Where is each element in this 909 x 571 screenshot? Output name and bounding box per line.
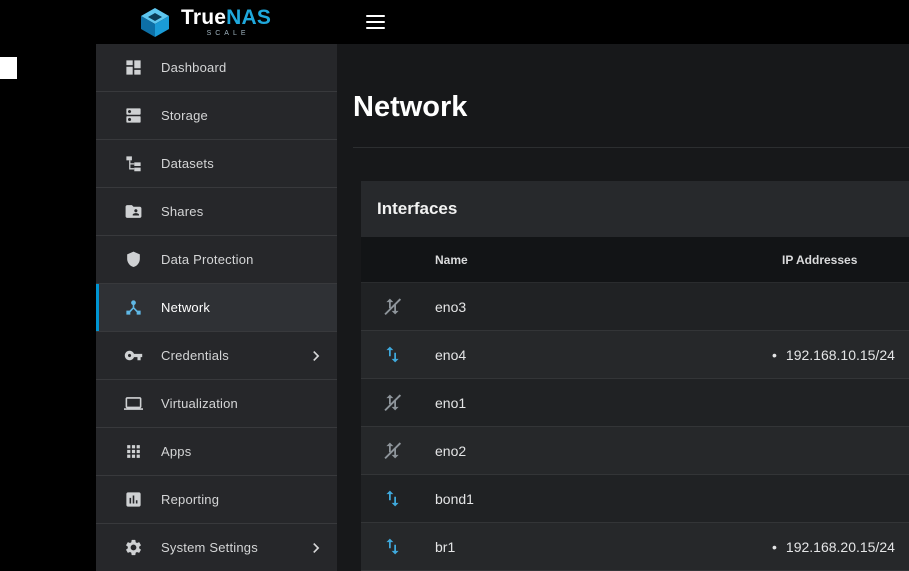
interfaces-card: Interfaces Name IP Addresses eno3 • bbox=[361, 181, 909, 571]
sidebar-item-label: Datasets bbox=[161, 156, 214, 171]
column-header-name: Name bbox=[423, 253, 754, 267]
link-up-icon bbox=[382, 488, 403, 509]
table-row[interactable]: eno3 • bbox=[361, 283, 909, 331]
apps-grid-icon bbox=[124, 442, 143, 461]
sidebar-item-label: System Settings bbox=[161, 540, 258, 555]
chevron-right-icon bbox=[306, 346, 326, 366]
bullet: • bbox=[772, 539, 777, 555]
hamburger-icon bbox=[366, 15, 385, 17]
truenas-logo[interactable]: TrueNAS SCALE bbox=[138, 0, 271, 44]
brand-subtitle: SCALE bbox=[181, 30, 271, 37]
table-header: Name IP Addresses bbox=[361, 237, 909, 283]
interfaces-card-title: Interfaces bbox=[361, 181, 909, 237]
sidebar-item-shares[interactable]: Shares bbox=[96, 188, 337, 236]
storage-icon bbox=[124, 106, 143, 125]
shield-icon bbox=[124, 250, 143, 269]
topbar: TrueNAS SCALE bbox=[96, 0, 909, 44]
bullet: • bbox=[772, 347, 777, 363]
link-up-icon bbox=[382, 344, 403, 365]
screen-edge-artifact bbox=[0, 57, 17, 79]
sidebar-item-virtualization[interactable]: Virtualization bbox=[96, 380, 337, 428]
sidebar-item-label: Reporting bbox=[161, 492, 219, 507]
os-left-strip bbox=[0, 0, 96, 571]
truenas-logo-text: TrueNAS SCALE bbox=[181, 7, 271, 37]
sidebar-item-label: Virtualization bbox=[161, 396, 238, 411]
table-row[interactable]: eno4 • 192.168.10.15/24 bbox=[361, 331, 909, 379]
chevron-right-icon bbox=[306, 538, 326, 558]
truenas-screen: TrueNAS SCALE Dashboard Storage Datasets… bbox=[0, 0, 909, 571]
main-content: Network Interfaces Name IP Addresses eno… bbox=[337, 44, 909, 571]
interface-name: bond1 bbox=[423, 491, 754, 507]
sidebar-item-dashboard[interactable]: Dashboard bbox=[96, 44, 337, 92]
dashboard-icon bbox=[124, 58, 143, 77]
title-divider bbox=[353, 147, 909, 148]
sidebar-item-label: Credentials bbox=[161, 348, 229, 363]
interface-ip: • 192.168.10.15/24 bbox=[754, 347, 909, 363]
sidebar-item-label: Shares bbox=[161, 204, 203, 219]
datasets-icon bbox=[124, 154, 143, 173]
network-hub-icon bbox=[124, 298, 143, 317]
sidebar: Dashboard Storage Datasets Shares Data P… bbox=[96, 44, 337, 571]
link-down-icon bbox=[382, 440, 403, 461]
column-header-ip: IP Addresses bbox=[754, 253, 909, 267]
interface-ip: • 192.168.20.15/24 bbox=[754, 539, 909, 555]
sidebar-item-label: Data Protection bbox=[161, 252, 254, 267]
gear-icon bbox=[124, 538, 143, 557]
interface-name: eno4 bbox=[423, 347, 754, 363]
sidebar-item-data-protection[interactable]: Data Protection bbox=[96, 236, 337, 284]
sidebar-item-network[interactable]: Network bbox=[96, 284, 337, 332]
ip-address: 192.168.20.15/24 bbox=[786, 539, 895, 555]
shares-icon bbox=[124, 202, 143, 221]
key-icon bbox=[124, 346, 143, 365]
sidebar-item-label: Network bbox=[161, 300, 210, 315]
page-title: Network bbox=[353, 92, 909, 124]
bar-chart-icon bbox=[124, 490, 143, 509]
interface-name: eno1 bbox=[423, 395, 754, 411]
table-row[interactable]: br1 • 192.168.20.15/24 bbox=[361, 523, 909, 571]
sidebar-item-system-settings[interactable]: System Settings bbox=[96, 524, 337, 571]
interface-name: eno2 bbox=[423, 443, 754, 459]
sidebar-item-storage[interactable]: Storage bbox=[96, 92, 337, 140]
table-row[interactable]: eno2 • bbox=[361, 427, 909, 475]
interface-name: eno3 bbox=[423, 299, 754, 315]
sidebar-item-datasets[interactable]: Datasets bbox=[96, 140, 337, 188]
link-up-icon bbox=[382, 536, 403, 557]
link-down-icon bbox=[382, 392, 403, 413]
truenas-logo-icon bbox=[138, 7, 172, 38]
sidebar-item-label: Storage bbox=[161, 108, 208, 123]
sidebar-item-apps[interactable]: Apps bbox=[96, 428, 337, 476]
sidebar-item-credentials[interactable]: Credentials bbox=[96, 332, 337, 380]
sidebar-item-label: Dashboard bbox=[161, 60, 226, 75]
menu-button[interactable] bbox=[363, 12, 387, 32]
laptop-icon bbox=[124, 394, 143, 413]
interfaces-table-body: eno3 • eno4 • 192.168.10.15/24 bbox=[361, 283, 909, 571]
sidebar-item-reporting[interactable]: Reporting bbox=[96, 476, 337, 524]
ip-address: 192.168.10.15/24 bbox=[786, 347, 895, 363]
table-row[interactable]: bond1 • bbox=[361, 475, 909, 523]
table-row[interactable]: eno1 • bbox=[361, 379, 909, 427]
sidebar-item-label: Apps bbox=[161, 444, 191, 459]
link-down-icon bbox=[382, 296, 403, 317]
brand-name: TrueNAS bbox=[181, 7, 271, 28]
interface-name: br1 bbox=[423, 539, 754, 555]
